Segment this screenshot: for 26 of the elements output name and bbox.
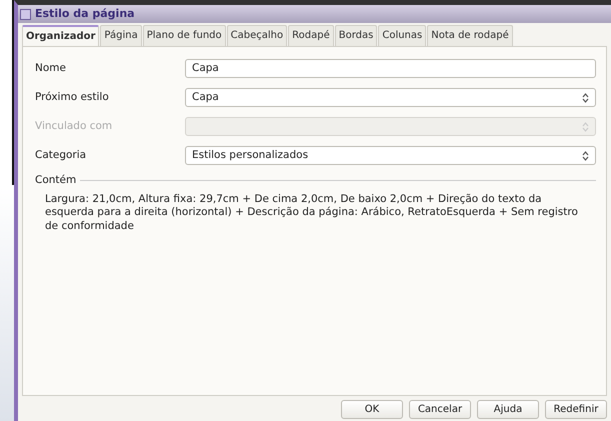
dialog-button[interactable]: Ajuda bbox=[477, 400, 539, 419]
tab[interactable]: Nota de rodapé bbox=[427, 25, 513, 46]
tab[interactable]: Plano de fundo bbox=[142, 25, 226, 46]
tab[interactable]: Cabeçalho bbox=[226, 25, 288, 46]
spinner-arrows-icon bbox=[582, 122, 589, 132]
tab[interactable]: Bordas bbox=[334, 25, 378, 46]
dropdown-field[interactable]: Capa bbox=[185, 88, 596, 107]
tab[interactable]: Rodapé bbox=[288, 25, 334, 46]
dropdown-field[interactable]: Estilos personalizados bbox=[185, 146, 596, 165]
window-icon bbox=[20, 8, 31, 20]
tab[interactable]: Organizador bbox=[22, 25, 100, 46]
dialog-button[interactable]: OK bbox=[341, 400, 403, 419]
spinner-arrows-icon bbox=[582, 150, 589, 160]
section-title: Contém bbox=[35, 173, 76, 188]
dialog-button[interactable]: Cancelar bbox=[409, 400, 471, 419]
tab[interactable]: Colunas bbox=[378, 25, 426, 46]
field-label: Próximo estilo bbox=[35, 90, 110, 105]
dialog-button[interactable]: Redefinir bbox=[545, 400, 607, 419]
window-title: Estilo da página bbox=[35, 6, 135, 22]
description-text: Largura: 21,0cm, Altura fixa: 29,7cm + De cima 2,0cm, De baixo 2,0cm + Direção do texto da esquerda para a direita (horizontal) + Descrição da página: Arábico, RetratoEsquerda + Sem registro de conformidade bbox=[44, 192, 579, 234]
field-label: Nome bbox=[35, 60, 67, 76]
field-label: Vinculado com bbox=[35, 118, 114, 134]
field-label: Categoria bbox=[35, 148, 88, 163]
spinner-arrows-icon bbox=[582, 92, 589, 102]
tab[interactable]: Página bbox=[100, 25, 142, 46]
input-field[interactable]: Capa bbox=[185, 59, 596, 78]
